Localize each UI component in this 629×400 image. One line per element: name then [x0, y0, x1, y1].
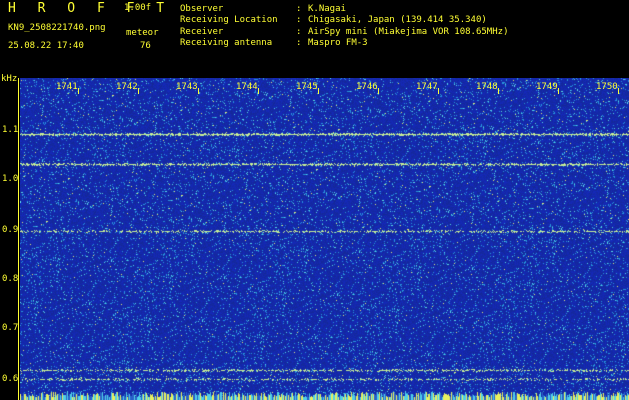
y-tick-label: 1.0	[2, 174, 19, 184]
x-tick-label: 1749	[536, 82, 558, 92]
x-tick	[618, 88, 619, 94]
x-tick	[258, 88, 259, 94]
x-tick-label: 1748	[476, 82, 498, 92]
meteor-count-value: 76	[140, 41, 151, 51]
y-tick-label: 0.9	[2, 225, 19, 235]
info-value-location: Chigasaki, Japan (139.414 35.340)	[308, 15, 487, 25]
meteor-count-label: meteor	[126, 28, 159, 38]
info-colon: :	[296, 4, 302, 14]
x-tick	[78, 88, 79, 94]
y-tick-label: 0.7	[2, 323, 19, 333]
y-tick-label: 0.8	[2, 274, 19, 284]
x-tick	[438, 88, 439, 94]
x-tick-label: 1746	[356, 82, 378, 92]
app-version: 1.00f	[124, 3, 152, 13]
x-tick	[378, 88, 379, 94]
hrofft-window: H R O F F T 1.00f KN9_2508221740.png 25.…	[0, 0, 629, 400]
x-tick-label: 1744	[236, 82, 258, 92]
info-colon: :	[296, 15, 302, 25]
info-value-observer: K.Nagai	[308, 4, 346, 14]
file-name: KN9_2508221740.png	[8, 23, 106, 33]
x-tick-label: 1750	[596, 82, 618, 92]
x-tick-label: 1742	[116, 82, 138, 92]
y-tick-label: 1.1	[2, 125, 19, 135]
info-colon: :	[296, 27, 302, 37]
info-label-receiver: Receiver	[180, 27, 224, 37]
info-value-antenna: Maspro FM-3	[308, 38, 368, 48]
x-tick-label: 1743	[176, 82, 198, 92]
info-value-receiver: AirSpy mini (Miakejima VOR 108.65MHz)	[308, 27, 509, 37]
x-tick	[318, 88, 319, 94]
x-tick-label: 1745	[296, 82, 318, 92]
info-label-observer: Observer	[180, 4, 224, 14]
x-tick	[138, 88, 139, 94]
x-tick	[498, 88, 499, 94]
spectrogram	[20, 78, 629, 400]
y-axis-unit: kHz	[1, 74, 18, 84]
x-tick	[558, 88, 559, 94]
info-label-antenna: Receiving antenna	[180, 38, 273, 48]
capture-datetime: 25.08.22 17:40	[8, 41, 84, 51]
x-tick-label: 1741	[56, 82, 78, 92]
info-colon: :	[296, 38, 302, 48]
x-tick-label: 1747	[416, 82, 438, 92]
x-tick	[198, 88, 199, 94]
info-label-location: Receiving Location	[180, 15, 278, 25]
y-tick-label: 0.6	[2, 374, 19, 384]
